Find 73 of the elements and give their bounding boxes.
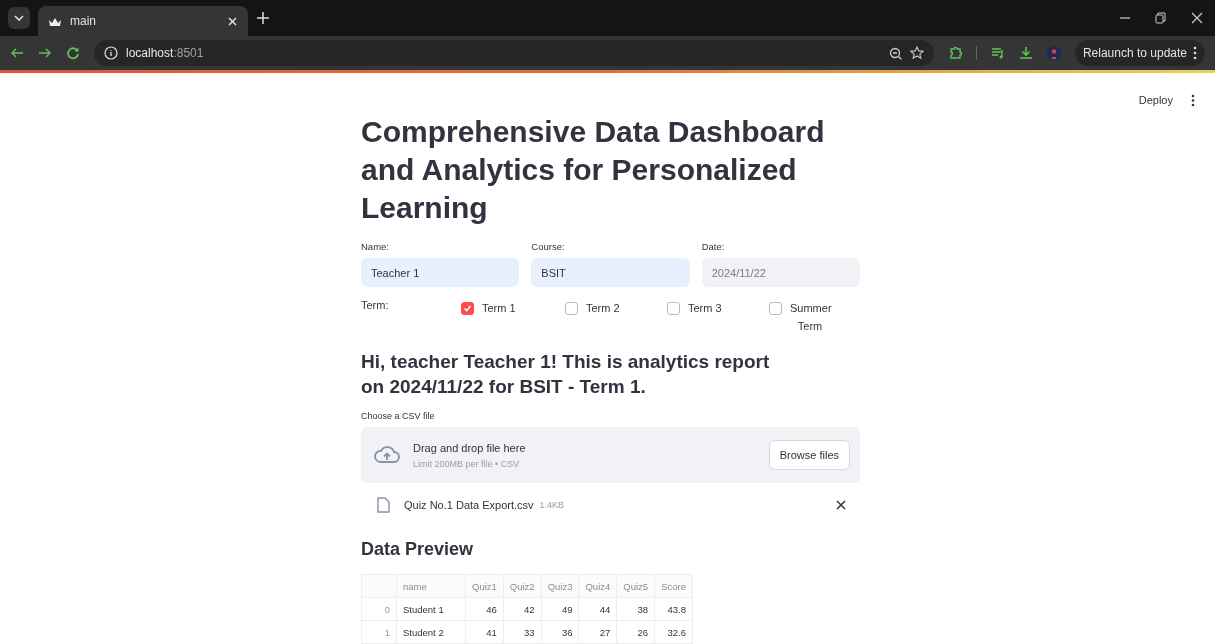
zoom-out-icon[interactable]	[888, 46, 902, 60]
input-field[interactable]: Teacher 1	[361, 258, 520, 287]
table-cell: 33	[503, 620, 542, 644]
table-cell: 32.6	[654, 620, 693, 644]
table-cell: 26	[616, 620, 655, 644]
table-cell: 27	[579, 620, 617, 644]
check-icon	[463, 304, 472, 313]
table-cell: 36	[541, 620, 579, 644]
relaunch-button[interactable]: Relaunch to update	[1074, 40, 1205, 66]
address-bar[interactable]: localhost:8501	[94, 40, 934, 66]
new-tab-icon[interactable]	[256, 11, 270, 25]
star-icon[interactable]	[909, 46, 924, 60]
table-cell: 44	[579, 597, 617, 621]
back-icon[interactable]	[10, 46, 24, 60]
column-header: Score	[654, 574, 693, 598]
column-header: Quiz4	[579, 574, 617, 598]
checkbox[interactable]	[565, 302, 578, 315]
table-cell: Student 2	[396, 620, 466, 644]
checkbox[interactable]	[667, 302, 680, 315]
avatar-icon[interactable]	[1046, 46, 1061, 60]
section-heading: Data Preview	[361, 539, 475, 560]
info-icon[interactable]	[104, 46, 118, 60]
table-cell: Student 1	[396, 597, 466, 621]
greeting-heading: Hi, teacher Teacher 1! This is analytics report on 2024/11/22 for BSIT - Term 1.	[361, 350, 771, 399]
column-header: Quiz2	[503, 574, 542, 598]
column-header: Quiz5	[616, 574, 655, 598]
field-label: Date:	[701, 241, 726, 252]
page-title: Comprehensive Data Dashboard and Analytics for Personalized Learning	[361, 114, 826, 226]
column-header: name	[396, 574, 466, 598]
table-cell: 46	[465, 597, 504, 621]
table-cell: 43.8	[654, 597, 693, 621]
more-icon	[1193, 46, 1197, 60]
close-icon[interactable]	[227, 15, 238, 27]
input-field[interactable]: BSIT	[531, 258, 690, 287]
browse-files-button[interactable]: Browse files	[768, 440, 850, 470]
checkbox[interactable]	[461, 302, 474, 315]
browser-tab[interactable]: main	[38, 6, 248, 36]
playlist-icon[interactable]	[990, 46, 1005, 60]
field-label: Course:	[531, 241, 566, 252]
dropzone-hint: Limit 200MB per file • CSV	[413, 458, 521, 469]
row-index: 0	[361, 597, 397, 621]
file-size: 1.4KB	[539, 500, 566, 510]
cloud-upload-icon	[373, 444, 401, 466]
table-cell: 42	[503, 597, 542, 621]
tab-search-icon[interactable]	[8, 7, 30, 29]
table-cell: 41	[465, 620, 504, 644]
extensions-icon[interactable]	[947, 46, 962, 60]
uploader-label: Choose a CSV file	[361, 411, 436, 421]
remove-icon[interactable]	[836, 500, 846, 510]
reload-icon[interactable]	[66, 46, 80, 60]
dropzone-title: Drag and drop file here	[413, 441, 527, 454]
table-cell: 49	[541, 597, 579, 621]
table-cell: 38	[616, 597, 655, 621]
download-icon[interactable]	[1018, 46, 1033, 60]
deploy-button[interactable]: Deploy	[1134, 92, 1177, 108]
checkbox-label: Term 2	[586, 301, 620, 316]
checkbox-label: Summer Term	[790, 301, 830, 334]
column-header: Quiz3	[541, 574, 579, 598]
menu-icon[interactable]	[1191, 93, 1195, 107]
file-dropzone[interactable]: Drag and drop file here Limit 200MB per file • CSV Browse files	[361, 427, 860, 483]
column-header: Quiz1	[465, 574, 504, 598]
checkbox-label: Term 3	[688, 301, 722, 316]
file-name: Quiz No.1 Data Export.csv	[404, 499, 534, 511]
field-label: Name:	[361, 241, 390, 252]
row-index: 1	[361, 620, 397, 644]
checkbox-label: Term 1	[482, 301, 516, 316]
file-icon	[377, 497, 390, 513]
term-label: Term:	[361, 299, 390, 311]
close-icon[interactable]	[1191, 12, 1203, 24]
checkbox[interactable]	[769, 302, 782, 315]
restore-icon[interactable]	[1155, 12, 1167, 24]
forward-icon[interactable]	[38, 46, 52, 60]
url-text: localhost:8501	[126, 46, 204, 60]
